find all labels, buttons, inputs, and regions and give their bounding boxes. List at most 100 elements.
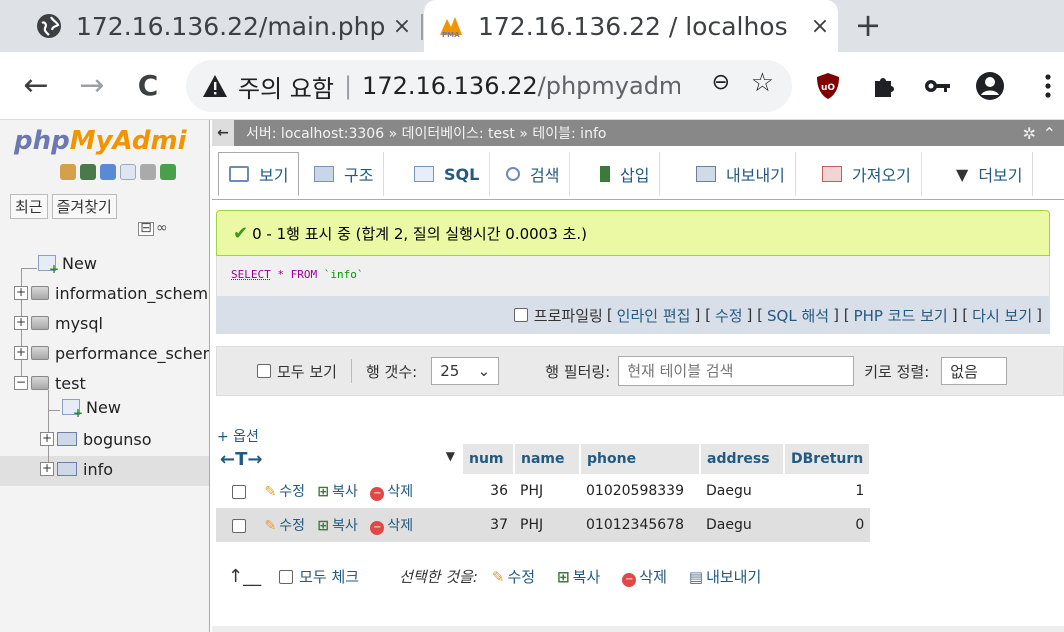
edit-row-button[interactable]: ✎ 수정 <box>264 518 305 534</box>
settings-gear-icon[interactable]: ✲ <box>1023 124 1036 143</box>
tab-close-icon[interactable]: × <box>802 14 838 39</box>
php-code-link[interactable]: PHP 코드 보기 <box>854 305 948 326</box>
new-tab-button[interactable]: + <box>848 6 888 46</box>
edit-query-link[interactable]: 수정 <box>715 305 743 326</box>
bulk-edit-button[interactable]: ✎ 수정 <box>492 566 535 587</box>
tab-insert[interactable]: 삽입 <box>590 152 661 196</box>
tree-item-mysql[interactable]: + mysql <box>14 310 103 336</box>
row-checkbox[interactable] <box>232 519 246 533</box>
tab-export[interactable]: 내보내기 <box>686 152 796 196</box>
tree-item-test[interactable]: − test <box>14 370 86 396</box>
tree-item-information-schema[interactable]: + information_schema <box>14 280 209 306</box>
cell-phone[interactable]: 01012345678 <box>580 508 700 542</box>
ublock-icon[interactable]: uO <box>810 68 846 104</box>
bulk-delete-button[interactable]: − 삭제 <box>622 566 667 587</box>
tab-structure[interactable]: 구조 <box>304 152 385 196</box>
bulk-copy-button[interactable]: ⊞ 복사 <box>557 566 600 587</box>
expand-icon[interactable]: + <box>40 462 54 476</box>
inline-edit-link[interactable]: 인라인 편집 <box>617 305 691 326</box>
tab-search[interactable]: 검색 <box>496 152 571 196</box>
tree-item-new-table[interactable]: New <box>62 394 121 420</box>
column-header-name[interactable]: name <box>514 444 581 474</box>
cell-address[interactable]: Daegu <box>700 474 784 508</box>
sort-dropdown-icon[interactable]: ▼ <box>446 449 455 463</box>
cell-name[interactable]: PHJ <box>514 508 580 542</box>
profile-icon[interactable] <box>972 68 1008 104</box>
forward-button[interactable]: → <box>72 66 112 106</box>
column-header-dbreturn[interactable]: DBreturn <box>784 444 872 474</box>
expand-icon[interactable]: + <box>40 432 54 446</box>
maximize-icon[interactable]: ⌃ <box>1043 124 1056 143</box>
help-icon[interactable] <box>100 164 116 180</box>
column-header-address[interactable]: address <box>700 444 785 474</box>
tab-close-icon[interactable]: × <box>384 14 420 39</box>
explain-sql-link[interactable]: SQL 해석 <box>767 305 829 326</box>
copy-row-button[interactable]: ⊞ 복사 <box>317 518 358 534</box>
tree-item-performance-schema[interactable]: + performance_schema <box>14 340 209 366</box>
reload-button[interactable]: C <box>128 66 168 106</box>
reload-nav-icon[interactable] <box>160 164 176 180</box>
toggle-nav-button[interactable]: ← <box>212 120 234 146</box>
check-all-checkbox[interactable] <box>279 569 294 584</box>
breadcrumb-path[interactable]: 서버: localhost:3306 » 데이터베이스: test » 테이블:… <box>234 123 606 143</box>
profiling-checkbox[interactable] <box>513 308 528 322</box>
phpmyadmin-logo[interactable]: phpMyAdmi <box>14 126 187 156</box>
row-actions: ✎ 수정 ⊞ 복사 − 삭제 <box>216 508 462 542</box>
column-arrows-icon[interactable]: ←T→ <box>220 449 262 470</box>
recent-tab[interactable]: 최근 <box>10 194 48 219</box>
home-icon[interactable] <box>60 164 76 180</box>
pencil-icon: ✎ <box>264 518 277 534</box>
column-header-phone[interactable]: phone <box>580 444 701 474</box>
address-bar[interactable]: 주의 요함 | 172.16.136.22/phpmyadmin/ ⊖ ☆ <box>186 60 792 112</box>
options-link[interactable]: + 옵션 <box>217 426 259 446</box>
bulk-export-button[interactable]: ▤ 내보내기 <box>689 566 761 587</box>
sql-keyword-select[interactable]: SELECT <box>231 268 271 281</box>
menu-icon[interactable] <box>1030 68 1064 104</box>
cell-num[interactable]: 37 <box>462 508 514 542</box>
tab-import[interactable]: 가져오기 <box>812 152 922 196</box>
refresh-link[interactable]: 다시 보기 <box>972 305 1032 326</box>
tree-item-new[interactable]: New <box>38 250 97 276</box>
tab-browse[interactable]: 보기 <box>218 152 300 196</box>
logout-icon[interactable] <box>80 164 96 180</box>
cell-name[interactable]: PHJ <box>514 474 580 508</box>
tab-main-php[interactable]: 172.16.136.22/main.php × <box>0 0 420 52</box>
favorites-tab[interactable]: 즐겨찾기 <box>51 194 117 219</box>
collapse-all-icon[interactable]: ⊟ <box>138 221 154 236</box>
check-all-label[interactable]: 모두 체크 <box>299 566 359 587</box>
zoom-icon[interactable]: ⊖ <box>712 70 730 95</box>
row-count-select[interactable]: 25 ⌄ <box>431 357 500 385</box>
tree-item-info[interactable]: + info <box>40 456 113 482</box>
expand-icon[interactable]: + <box>14 286 28 300</box>
cell-dbreturn[interactable]: 1 <box>784 474 871 508</box>
puzzle-icon[interactable] <box>866 68 902 104</box>
tab-phpmyadmin[interactable]: PMA 172.16.136.22 / localhos × <box>424 0 838 52</box>
key-icon[interactable] <box>920 68 956 104</box>
cell-dbreturn[interactable]: 0 <box>784 508 871 542</box>
collapse-icon[interactable]: − <box>14 376 28 390</box>
docs-icon[interactable] <box>120 164 136 180</box>
column-header-num[interactable]: num <box>462 444 515 474</box>
sort-by-key-select[interactable]: 없음 <box>941 357 1008 385</box>
delete-row-button[interactable]: − 삭제 <box>370 518 413 535</box>
logo-php-text: php <box>14 126 70 156</box>
tab-more[interactable]: ▼ 더보기 <box>946 152 1034 196</box>
edit-row-button[interactable]: ✎ 수정 <box>264 484 305 500</box>
row-filter-input[interactable]: 현재 테이블 검색 <box>618 356 855 386</box>
cell-num[interactable]: 36 <box>462 474 514 508</box>
delete-row-button[interactable]: − 삭제 <box>370 484 413 501</box>
bookmark-star-icon[interactable]: ☆ <box>751 68 774 98</box>
expand-icon[interactable]: + <box>14 316 28 330</box>
cell-phone[interactable]: 01020598339 <box>580 474 700 508</box>
copy-row-button[interactable]: ⊞ 복사 <box>317 484 358 500</box>
settings-icon[interactable] <box>140 164 156 180</box>
back-button[interactable]: ← <box>16 66 56 106</box>
show-all-checkbox[interactable] <box>257 364 271 378</box>
tree-item-bogunso[interactable]: + bogunso <box>40 426 152 452</box>
link-with-main-icon[interactable]: ∞ <box>156 220 168 236</box>
omnibox-separator: | <box>343 72 353 100</box>
expand-icon[interactable]: + <box>14 346 28 360</box>
cell-address[interactable]: Daegu <box>700 508 784 542</box>
tab-sql[interactable]: SQL <box>404 152 491 196</box>
row-checkbox[interactable] <box>232 485 246 499</box>
